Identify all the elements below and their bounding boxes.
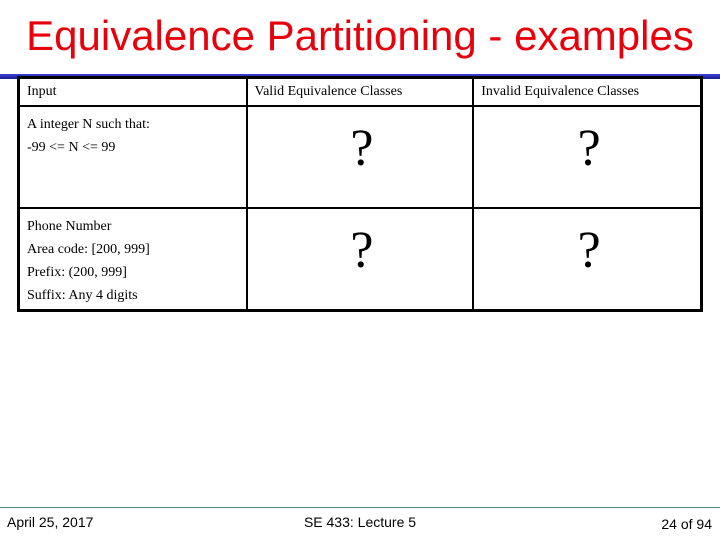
table-row: Phone Number Area code: [200, 999] Prefi… xyxy=(17,207,703,312)
input-cell: A integer N such that: -99 <= N <= 99 xyxy=(17,105,248,209)
header-input: Input xyxy=(17,76,248,107)
input-line: Phone Number xyxy=(27,219,112,234)
question-mark: ? xyxy=(350,222,374,279)
slide-title: Equivalence Partitioning - examples xyxy=(26,12,694,59)
input-cell: Phone Number Area code: [200, 999] Prefi… xyxy=(17,207,248,312)
input-line: Prefix: (200, 999] xyxy=(27,265,127,280)
invalid-class-cell: ? xyxy=(472,207,703,312)
input-line: -99 <= N <= 99 xyxy=(27,140,116,155)
question-mark: ? xyxy=(350,120,374,177)
table-row: A integer N such that: -99 <= N <= 99 ? … xyxy=(17,105,703,209)
table-header-row: Input Valid Equivalence Classes Invalid … xyxy=(17,76,703,107)
valid-class-cell: ? xyxy=(245,207,475,312)
footer-divider xyxy=(0,507,720,508)
invalid-class-cell: ? xyxy=(472,105,703,209)
header-invalid-classes: Invalid Equivalence Classes xyxy=(472,76,703,107)
footer-course: SE 433: Lecture 5 xyxy=(303,514,417,530)
question-mark: ? xyxy=(577,120,601,177)
input-line: Suffix: Any 4 digits xyxy=(27,288,138,303)
footer-page-number: 24 of 94 xyxy=(661,516,712,532)
equivalence-table: Input Valid Equivalence Classes Invalid … xyxy=(17,76,703,312)
input-line: Area code: [200, 999] xyxy=(27,242,150,257)
question-mark: ? xyxy=(577,222,601,279)
input-line: A integer N such that: xyxy=(27,117,150,132)
valid-class-cell: ? xyxy=(245,105,475,209)
header-valid-classes: Valid Equivalence Classes xyxy=(245,76,475,107)
